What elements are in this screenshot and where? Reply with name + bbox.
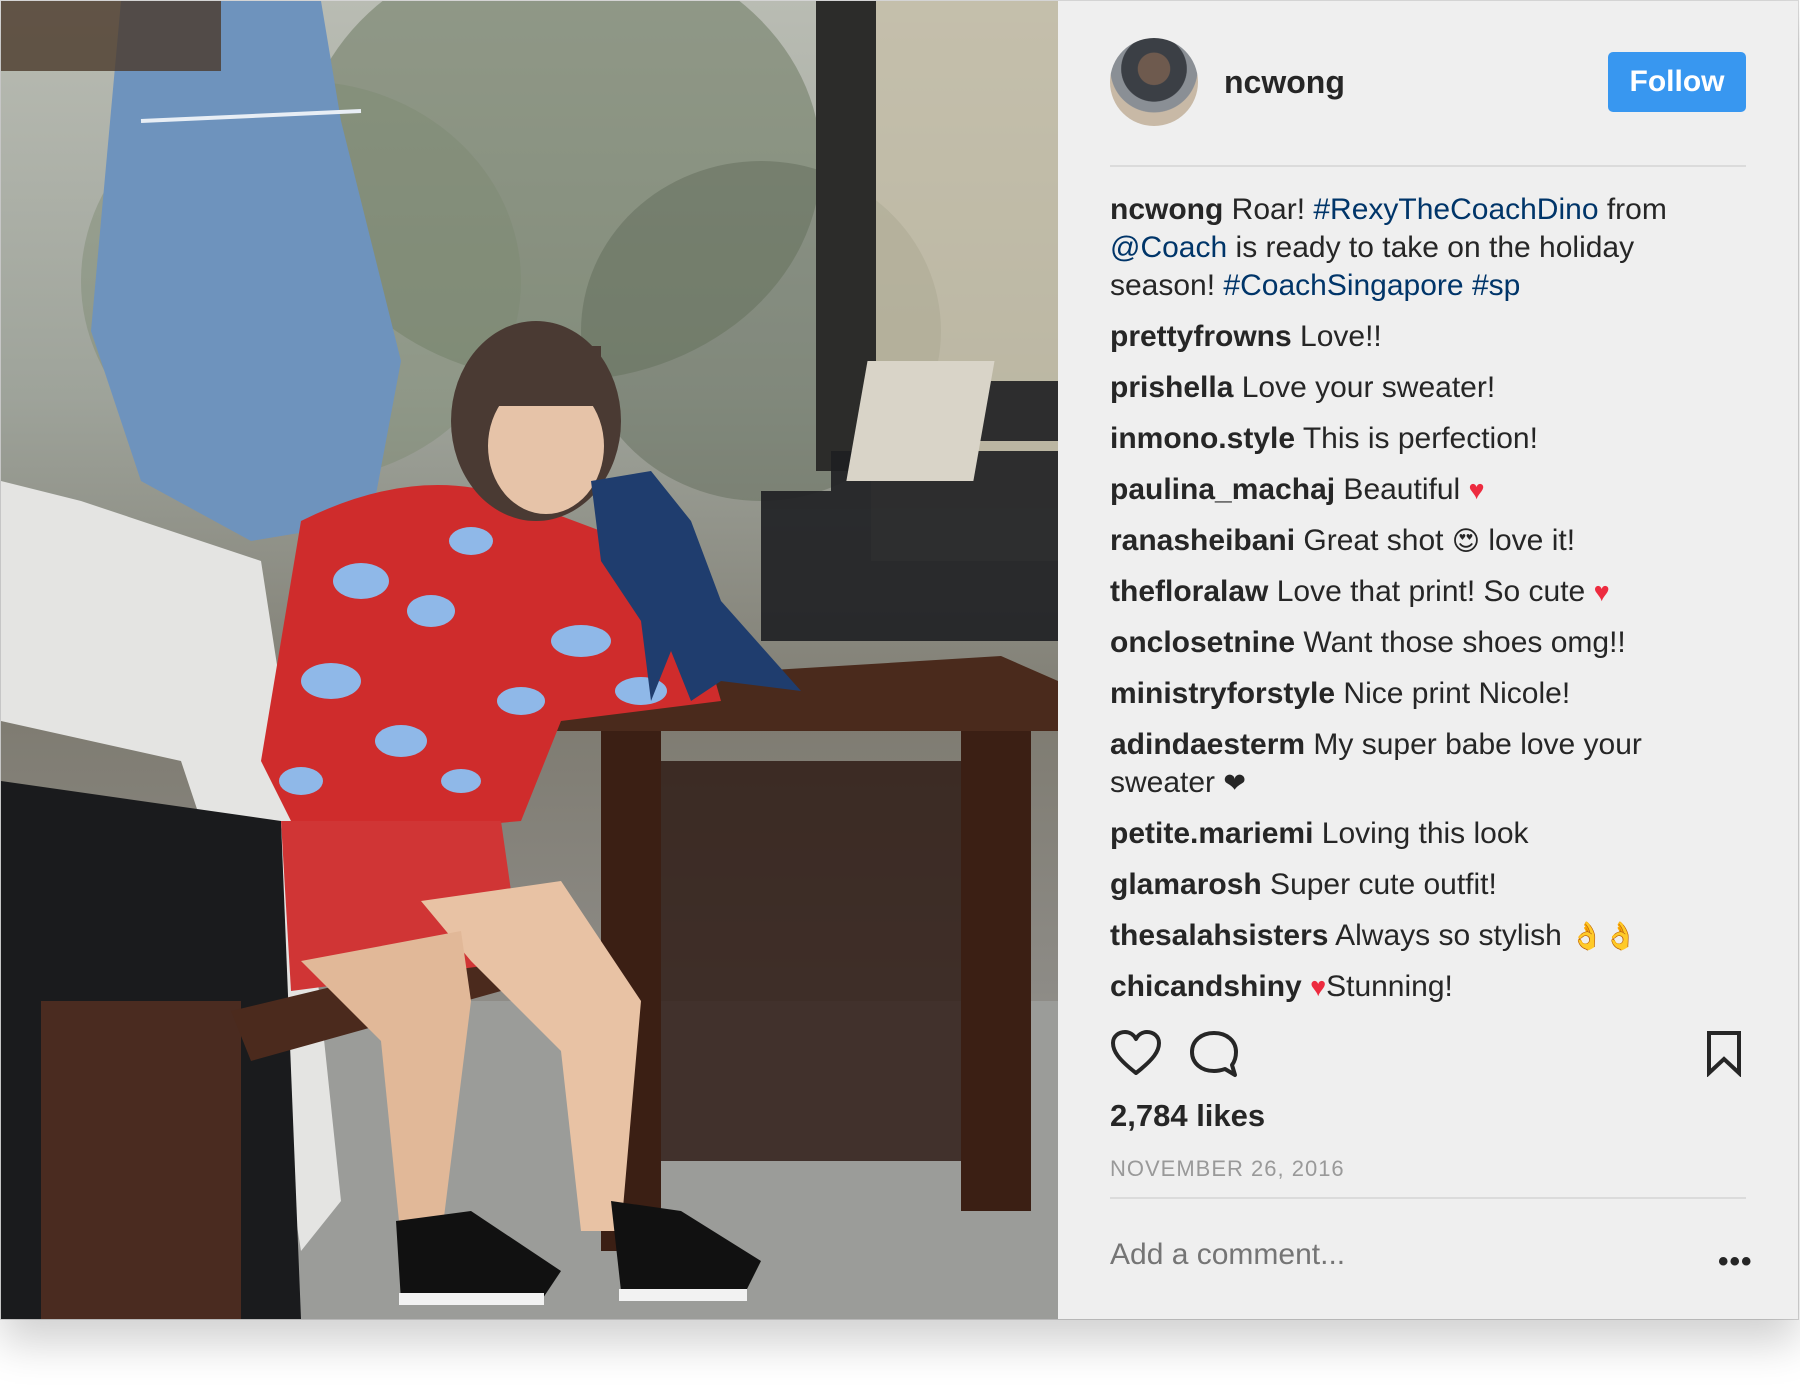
comment-item: inmono.style This is perfection!: [1110, 420, 1746, 458]
comment-username[interactable]: onclosetnine: [1110, 626, 1295, 659]
caption-username[interactable]: ncwong: [1110, 193, 1223, 226]
caption: ncwong Roar! #RexyTheCoachDino from @Coa…: [1110, 191, 1746, 305]
speech-bubble-icon[interactable]: [1188, 1029, 1240, 1084]
comment-text: Love that print! So cute: [1268, 575, 1594, 608]
comment-text: Great shot: [1295, 524, 1452, 557]
action-bar: [1110, 1029, 1746, 1085]
comment-item: adindaesterm My super babe love your swe…: [1110, 726, 1746, 802]
bookmark-icon[interactable]: [1704, 1029, 1744, 1082]
caption-text: from: [1598, 193, 1667, 226]
comment-text: This is perfection!: [1295, 422, 1538, 455]
comment-text: Love your sweater!: [1233, 371, 1496, 404]
comment-emoji: 😍: [1451, 526, 1480, 556]
mention-link[interactable]: @Coach: [1110, 231, 1227, 264]
comment-username[interactable]: inmono.style: [1110, 422, 1295, 455]
heart-outline-icon[interactable]: [1110, 1029, 1162, 1082]
comment-text: Want those shoes omg!!: [1295, 626, 1626, 659]
comment-text: Stunning!: [1326, 970, 1453, 1003]
comment-username[interactable]: ranasheibani: [1110, 524, 1295, 557]
comment-item: ministryforstyle Nice print Nicole!: [1110, 675, 1746, 713]
comment-username[interactable]: thesalahsisters: [1110, 919, 1328, 952]
comment-item: prettyfrowns Love!!: [1110, 318, 1746, 356]
hashtag-link[interactable]: #RexyTheCoachDino: [1313, 193, 1598, 226]
comment-text: [1302, 970, 1310, 1003]
instagram-post-card: ncwong Follow ncwong Roar! #RexyTheCoach…: [1, 1, 1798, 1319]
caption-text: [1464, 269, 1472, 302]
photo-illustration: [1, 1, 1058, 1319]
post-header: ncwong Follow: [1110, 37, 1746, 127]
comment-item: glamarosh Super cute outfit!: [1110, 866, 1746, 904]
comment-text: Beautiful: [1335, 473, 1469, 506]
follow-button[interactable]: Follow: [1608, 52, 1746, 112]
comment-username[interactable]: thefloralaw: [1110, 575, 1268, 608]
comment-item: ranasheibani Great shot 😍 love it!: [1110, 522, 1746, 560]
hashtag-link[interactable]: #sp: [1472, 269, 1520, 302]
comment-item: paulina_machaj Beautiful ♥: [1110, 471, 1746, 509]
post-date[interactable]: NOVEMBER 26, 2016: [1110, 1156, 1345, 1182]
comment-text: Super cute outfit!: [1261, 868, 1497, 901]
more-options-icon[interactable]: •••: [1718, 1245, 1753, 1279]
comment-item: prishella Love your sweater!: [1110, 369, 1746, 407]
hashtag-link[interactable]: #CoachSingapore: [1223, 269, 1463, 302]
comment-emoji: ♥: [1593, 577, 1610, 607]
avatar[interactable]: [1110, 38, 1198, 126]
comment-emoji: 👌👌: [1570, 921, 1638, 951]
comment-text: Nice print Nicole!: [1335, 677, 1571, 710]
post-side-panel: ncwong Follow ncwong Roar! #RexyTheCoach…: [1058, 1, 1798, 1319]
comment-text: Loving this look: [1313, 817, 1529, 850]
comment-item: petite.mariemi Loving this look: [1110, 815, 1746, 853]
comment-emoji: ♥: [1468, 475, 1485, 505]
comment-text: Love!!: [1291, 320, 1382, 353]
comment-username[interactable]: prishella: [1110, 371, 1233, 404]
comment-item: onclosetnine Want those shoes omg!!: [1110, 624, 1746, 662]
author-username[interactable]: ncwong: [1224, 64, 1345, 101]
comment-username[interactable]: ministryforstyle: [1110, 677, 1335, 710]
comment-item: thesalahsisters Always so stylish 👌👌: [1110, 917, 1746, 955]
footer-divider: [1110, 1197, 1746, 1199]
add-comment-input[interactable]: [1110, 1238, 1670, 1272]
comment-username[interactable]: chicandshiny: [1110, 970, 1302, 1003]
comment-item: thefloralaw Love that print! So cute ♥: [1110, 573, 1746, 611]
likes-count[interactable]: 2,784 likes: [1110, 1098, 1265, 1134]
comment-item: chicandshiny ♥Stunning!: [1110, 968, 1746, 1005]
post-photo[interactable]: [1, 1, 1058, 1319]
comment-username[interactable]: prettyfrowns: [1110, 320, 1292, 353]
comment-emoji: ❤: [1223, 768, 1247, 798]
comment-username[interactable]: paulina_machaj: [1110, 473, 1335, 506]
comment-text: love it!: [1479, 524, 1576, 557]
comment-text: Always so stylish: [1328, 919, 1571, 952]
comment-username[interactable]: petite.mariemi: [1110, 817, 1313, 850]
caption-text: Roar!: [1223, 193, 1314, 226]
comment-emoji: ♥: [1310, 972, 1327, 1002]
comments-bottom-edge: [1110, 1005, 1746, 1007]
comment-username[interactable]: glamarosh: [1110, 868, 1262, 901]
comment-username[interactable]: adindaesterm: [1110, 728, 1305, 761]
header-divider: [1110, 165, 1746, 167]
comments-list[interactable]: ncwong Roar! #RexyTheCoachDino from @Coa…: [1110, 191, 1746, 1005]
